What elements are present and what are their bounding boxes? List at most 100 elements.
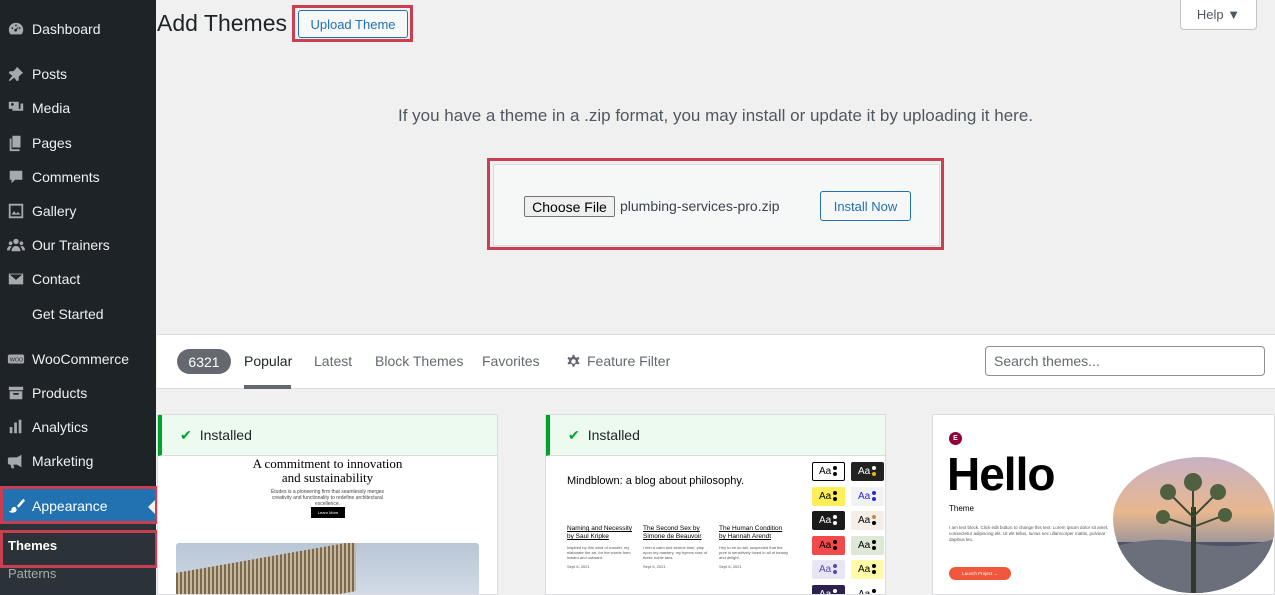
highlight-upload-theme	[292, 5, 413, 42]
sidebar-item-woocommerce[interactable]: WOO WooCommerce	[0, 342, 156, 376]
theme-preview-heading: A commitment to innovation and sustainab…	[252, 456, 403, 485]
sidebar-item-our-trainers[interactable]: Our Trainers	[0, 228, 156, 262]
style-variation-swatch: Aa	[851, 511, 884, 530]
media-icon	[0, 99, 32, 117]
swatch-label: Aa	[858, 564, 871, 575]
style-variation-swatch: Aa	[851, 462, 884, 481]
preview-book: The Second Sex by Simone de Beauvoir I f…	[643, 525, 708, 569]
style-variation-swatch: Aa	[851, 584, 884, 595]
sidebar-item-analytics[interactable]: Analytics	[0, 410, 156, 444]
swatch-label: Aa	[819, 490, 832, 502]
email-icon	[0, 270, 32, 288]
theme-preview-image	[1113, 457, 1274, 593]
sidebar-item-label: Contact	[32, 271, 81, 287]
theme-preview-subtitle: Theme	[949, 504, 974, 513]
sidebar-item-contact[interactable]: Contact	[0, 262, 156, 296]
style-variation-swatch: Aa	[851, 535, 884, 555]
installed-notice: ✔ Installed	[158, 415, 497, 456]
checkmark-icon: ✔	[568, 426, 580, 443]
sidebar-item-dashboard[interactable]: Dashboard	[0, 12, 156, 46]
woo-icon: WOO	[0, 350, 32, 368]
swatch-label: Aa	[858, 539, 871, 551]
swatch-label: Aa	[858, 515, 871, 526]
theme-card[interactable]: E Hello Theme I am text block. Click edi…	[932, 414, 1275, 595]
sidebar-item-get-started[interactable]: Get Started	[0, 297, 156, 331]
page-title: Add Themes	[157, 10, 287, 36]
highlight-appearance	[0, 486, 158, 524]
sidebar-item-gallery[interactable]: Gallery	[0, 194, 156, 228]
sidebar-item-marketing[interactable]: Marketing	[0, 444, 156, 478]
swatch-label: Aa	[858, 588, 871, 595]
feature-filter-button[interactable]: Feature Filter	[566, 353, 670, 369]
sidebar-item-label: Marketing	[32, 453, 94, 469]
style-variation-swatch: Aa	[851, 560, 884, 579]
highlight-themes	[0, 530, 158, 568]
swatch-label: Aa	[819, 515, 832, 526]
sidebar-item-label: Pages	[32, 135, 72, 151]
sidebar-item-pages[interactable]: Pages	[0, 126, 156, 160]
theme-card[interactable]: ✔ Installed A commitment to innovation a…	[157, 414, 498, 595]
tab-latest[interactable]: Latest	[314, 353, 352, 369]
sidebar-item-label: Posts	[32, 66, 68, 82]
tab-block-themes[interactable]: Block Themes	[375, 353, 463, 369]
comment-icon	[0, 168, 32, 186]
upload-description: If you have a theme in a .zip format, yo…	[397, 106, 1034, 125]
theme-card[interactable]: ✔ Installed Mindblown: a blog about phil…	[545, 414, 886, 595]
admin-sidebar: Dashboard Posts Media Pages Comments Gal…	[0, 0, 158, 595]
style-variation-swatch: Aa	[812, 486, 845, 506]
groups-icon	[0, 236, 32, 254]
submenu-item-patterns[interactable]: Patterns	[8, 566, 56, 581]
archive-icon	[0, 384, 32, 402]
theme-count-badge: 6321	[177, 349, 231, 374]
sidebar-item-label: WooCommerce	[32, 351, 129, 367]
theme-filter-bar: 6321 Popular Latest Block Themes Favorit…	[157, 334, 1275, 389]
sidebar-item-label: Media	[32, 100, 71, 116]
highlight-upload-form	[487, 158, 944, 250]
preview-book: The Human Condition by Hannah Arendt Hey…	[719, 525, 789, 569]
tab-favorites[interactable]: Favorites	[482, 353, 540, 369]
theme-preview-launch: Launch Project →	[949, 567, 1011, 580]
style-variation-swatch: Aa	[812, 462, 845, 481]
installed-label: Installed	[199, 427, 252, 443]
theme-preview-text: I am text block. Click edit button to ch…	[949, 525, 1109, 542]
sidebar-item-posts[interactable]: Posts	[0, 57, 156, 91]
preview-book: Naming and Necessity by Saul Kripke Insp…	[567, 525, 633, 569]
sidebar-item-label: Comments	[32, 169, 100, 185]
sidebar-item-label: Gallery	[32, 203, 77, 219]
chart-bar-icon	[0, 418, 32, 436]
tab-popular[interactable]: Popular	[244, 353, 292, 369]
swatch-label: Aa	[819, 564, 832, 575]
style-variation-swatch: Aa	[812, 535, 845, 555]
installed-label: Installed	[587, 427, 640, 443]
theme-preview-hello: Hello	[947, 448, 1055, 500]
sidebar-item-label: Analytics	[32, 419, 89, 435]
sidebar-item-label: Dashboard	[32, 21, 101, 37]
sidebar-item-label: Our Trainers	[32, 237, 110, 253]
sidebar-item-comments[interactable]: Comments	[0, 160, 156, 194]
style-variation-swatch: Aa	[851, 486, 884, 506]
elementor-logo-icon: E	[949, 432, 962, 445]
pin-icon	[0, 65, 32, 83]
sidebar-item-media[interactable]: Media	[0, 91, 156, 125]
theme-preview-title: Mindblown: a blog about philosophy.	[567, 475, 745, 487]
style-variation-swatch: Aa	[812, 584, 845, 595]
sidebar-item-label: Get Started	[32, 306, 104, 322]
feature-filter-label: Feature Filter	[587, 353, 671, 369]
help-button[interactable]: Help ▼	[1180, 0, 1257, 30]
theme-preview-image	[176, 543, 479, 594]
swatch-label: Aa	[858, 466, 871, 477]
current-tab-indicator	[244, 385, 291, 389]
swatch-label: Aa	[819, 588, 832, 595]
sidebar-item-products[interactable]: Products	[0, 376, 156, 410]
megaphone-icon	[0, 452, 32, 470]
svg-text:WOO: WOO	[10, 357, 23, 363]
search-themes-input[interactable]	[985, 346, 1265, 376]
swatch-label: Aa	[819, 466, 832, 477]
swatch-label: Aa	[819, 539, 832, 551]
help-label: Help ▼	[1196, 7, 1241, 22]
checkmark-icon: ✔	[180, 426, 192, 443]
theme-preview-body: Études is a pioneering firm that seamles…	[270, 489, 385, 507]
swatch-label: Aa	[858, 490, 871, 502]
style-variation-swatch: Aa	[812, 511, 845, 530]
gallery-icon	[0, 202, 32, 220]
